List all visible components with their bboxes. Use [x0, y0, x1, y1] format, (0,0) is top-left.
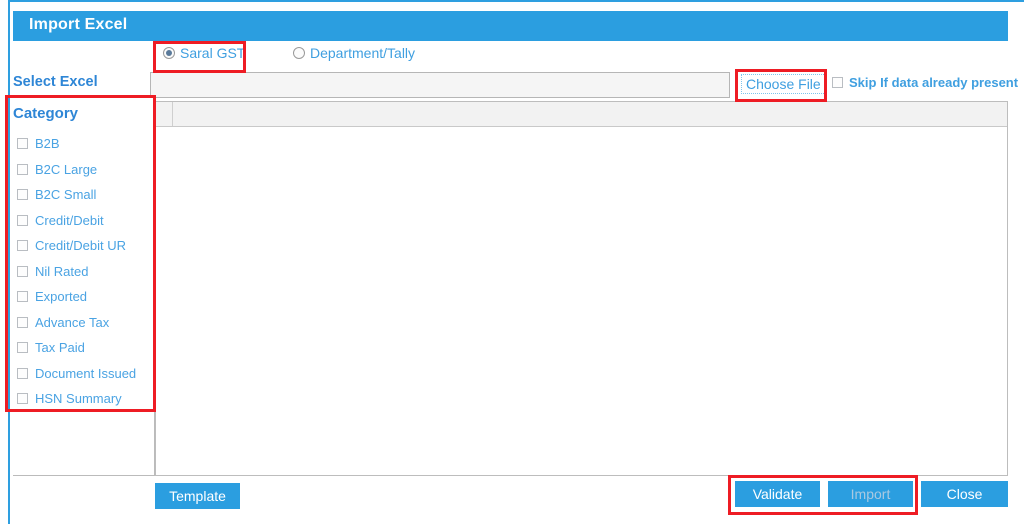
category-item-credit-debit-ur[interactable]: Credit/Debit UR [17, 233, 157, 259]
category-item-label: Exported [35, 289, 88, 305]
checkbox-icon[interactable] [17, 240, 28, 252]
category-item-label: Credit/Debit [35, 212, 104, 228]
data-grid-panel [155, 101, 1008, 476]
category-item-label: Advance Tax [35, 314, 110, 330]
checkbox-icon[interactable] [17, 189, 28, 201]
dialog-title-bar: Import Excel [13, 11, 1008, 41]
checkbox-icon[interactable] [17, 265, 28, 277]
radio-unselected-icon[interactable] [293, 47, 305, 59]
category-item-exported[interactable]: Exported [17, 284, 157, 310]
category-item-hsn-summary[interactable]: HSN Summary [17, 386, 157, 412]
category-list: B2B B2C Large B2C Small Credit/Debit Cre… [17, 131, 157, 412]
category-item-label: Tax Paid [35, 340, 85, 356]
category-item-advance-tax[interactable]: Advance Tax [17, 310, 157, 336]
category-item-document-issued[interactable]: Document Issued [17, 361, 157, 387]
skip-if-data-present-checkbox[interactable]: Skip If data already present [832, 75, 1018, 90]
choose-file-button[interactable]: Choose File [741, 74, 826, 94]
category-item-tax-paid[interactable]: Tax Paid [17, 335, 157, 361]
category-item-label: Document Issued [35, 365, 137, 381]
source-radio-group: Saral GST Department/Tally [155, 45, 675, 71]
checkbox-icon[interactable] [17, 367, 28, 379]
category-item-label: B2C Small [35, 187, 97, 203]
radio-option-department-tally[interactable]: Department/Tally [293, 45, 415, 61]
page-top-rule [8, 0, 1024, 2]
radio-selected-icon[interactable] [163, 47, 175, 59]
close-button[interactable]: Close [921, 481, 1008, 507]
category-item-label: Nil Rated [35, 263, 89, 279]
data-grid-body[interactable] [156, 127, 1007, 475]
radio-label-department-tally: Department/Tally [310, 45, 416, 61]
checkbox-icon[interactable] [17, 316, 28, 328]
category-item-label: HSN Summary [35, 391, 122, 407]
category-item-label: B2C Large [35, 161, 98, 177]
category-item-label: Credit/Debit UR [35, 238, 127, 254]
checkbox-icon[interactable] [17, 138, 28, 150]
category-item-b2c-small[interactable]: B2C Small [17, 182, 157, 208]
radio-option-saral-gst[interactable]: Saral GST [163, 45, 245, 61]
skip-if-data-present-label: Skip If data already present [849, 75, 1019, 90]
checkbox-icon[interactable] [17, 163, 28, 175]
import-button[interactable]: Import [828, 481, 913, 507]
radio-label-saral-gst: Saral GST [180, 45, 246, 61]
category-heading: Category [13, 105, 79, 122]
category-item-label: B2B [35, 136, 60, 152]
validate-button[interactable]: Validate [735, 481, 820, 507]
file-path-input[interactable] [150, 72, 730, 98]
template-button[interactable]: Template [155, 483, 240, 509]
import-excel-dialog: Import Excel Saral GST Department/Tally … [0, 0, 1024, 524]
checkbox-icon[interactable] [17, 214, 28, 226]
checkbox-icon[interactable] [17, 291, 28, 303]
grid-column-separator [172, 102, 173, 126]
checkbox-icon[interactable] [17, 393, 28, 405]
category-item-b2c-large[interactable]: B2C Large [17, 157, 157, 183]
select-excel-label: Select Excel [13, 74, 98, 90]
category-item-nil-rated[interactable]: Nil Rated [17, 259, 157, 285]
category-item-credit-debit[interactable]: Credit/Debit [17, 208, 157, 234]
checkbox-icon[interactable] [832, 77, 843, 88]
page-title: Import Excel [29, 16, 128, 33]
checkbox-icon[interactable] [17, 342, 28, 354]
category-item-b2b[interactable]: B2B [17, 131, 157, 157]
page-left-rule [8, 0, 10, 524]
data-grid-header [156, 102, 1007, 127]
